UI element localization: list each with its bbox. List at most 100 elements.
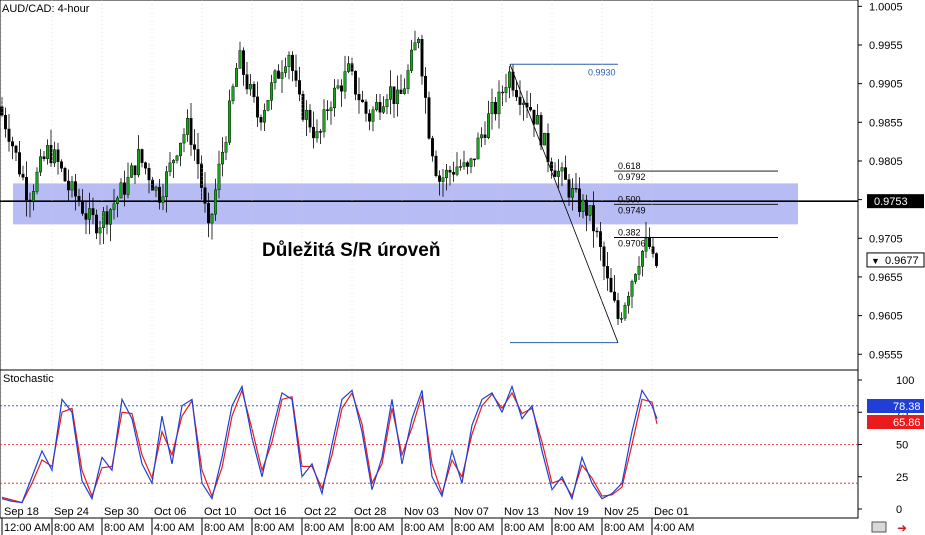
- candle-bull: [487, 113, 491, 138]
- candle-bull: [101, 211, 105, 228]
- candle-bear: [354, 70, 358, 95]
- date-label: Sep 30: [104, 506, 139, 518]
- candle-bear: [84, 213, 88, 220]
- candle-bull: [637, 266, 641, 275]
- candle-bull: [389, 86, 393, 100]
- time-label: 8:00 AM: [554, 522, 594, 534]
- candle-bear: [319, 131, 323, 133]
- candle-bear: [25, 177, 29, 201]
- price-tick-label: 0.9655: [869, 272, 903, 284]
- candle-bear: [378, 102, 382, 113]
- candle-bull: [112, 203, 116, 210]
- stochastic-tick-label: 0: [896, 504, 902, 516]
- stochastic-label: Stochastic: [3, 373, 54, 385]
- candle-bear: [245, 74, 249, 90]
- candle-bull: [623, 305, 627, 319]
- price-tick-label: 0.9555: [869, 349, 903, 361]
- candle-bull: [371, 109, 375, 122]
- stochastic-d-value: 65.86: [893, 417, 921, 429]
- candle-bear: [613, 291, 617, 301]
- candle-bear: [18, 152, 22, 175]
- candle-bear: [199, 163, 203, 188]
- candle-bear: [392, 86, 396, 104]
- date-label: Nov 13: [504, 506, 539, 518]
- sr-price-badge-label: 0.9753: [874, 196, 908, 208]
- time-label: 12:00 AM: [4, 522, 50, 534]
- candle-bull: [53, 149, 57, 164]
- candle-bear: [14, 145, 18, 153]
- candle-bull: [87, 208, 91, 220]
- candle-bull: [620, 318, 624, 320]
- time-label: 8:00 AM: [254, 522, 294, 534]
- candle-bull: [322, 109, 326, 133]
- candle-bear: [501, 91, 505, 94]
- candle-bull: [588, 205, 592, 216]
- candle-bear: [368, 113, 372, 122]
- candle-bear: [66, 180, 70, 191]
- candle-bull: [508, 71, 512, 88]
- candle-bear: [424, 75, 428, 98]
- fib-value-label: 0.9749: [618, 205, 646, 215]
- candle-bull: [581, 199, 585, 212]
- scroll-right-icon[interactable]: ➜: [897, 521, 907, 535]
- candle-bear: [143, 162, 147, 169]
- candle-bear: [606, 266, 610, 279]
- fib-value-label: 0.9706: [618, 239, 646, 249]
- candle-bear: [648, 237, 652, 247]
- candle-bull: [35, 171, 39, 192]
- time-label: 4:00 AM: [654, 522, 694, 534]
- fib-ratio-label: 0.500: [618, 194, 641, 204]
- candle-bull: [32, 191, 36, 202]
- candle-bull: [557, 170, 561, 177]
- date-label: Oct 06: [154, 506, 186, 518]
- candle-bull: [217, 163, 221, 191]
- candle-bear: [466, 162, 470, 167]
- current-price-marker: ▼: [871, 256, 880, 266]
- candle-bull: [178, 142, 182, 157]
- candle-bull: [248, 84, 252, 90]
- candle-bull: [182, 134, 186, 144]
- candle-bear: [483, 134, 487, 138]
- candle-bull: [630, 281, 634, 297]
- candle-bull: [161, 196, 165, 203]
- candle-bull: [136, 149, 140, 176]
- date-label: Nov 07: [454, 506, 489, 518]
- candle-bull: [284, 66, 288, 73]
- candle-bear: [431, 138, 435, 157]
- candle-bear: [564, 167, 568, 180]
- candle-bear: [259, 117, 263, 123]
- candle-bear: [529, 107, 533, 111]
- candle-bull: [175, 155, 179, 161]
- candle-bull: [382, 106, 386, 113]
- candle-bull: [329, 107, 333, 111]
- candle-bear: [364, 101, 368, 114]
- candle-bear: [298, 80, 302, 95]
- candle-bear: [438, 175, 442, 182]
- candle-bear: [340, 85, 344, 92]
- candle-bull: [234, 68, 238, 87]
- candle-bear: [553, 170, 557, 177]
- time-label: 8:00 AM: [454, 522, 494, 534]
- candle-bull: [270, 82, 274, 101]
- candle-bull: [126, 177, 130, 195]
- candle-bear: [592, 205, 596, 232]
- price-tick-label: 0.9955: [869, 40, 903, 52]
- time-label: 8:00 AM: [604, 522, 644, 534]
- candle-bull: [108, 209, 112, 225]
- candle-bull: [238, 50, 242, 69]
- candle-bull: [560, 167, 564, 172]
- candle-bear: [252, 84, 256, 98]
- candle-bear: [196, 149, 200, 165]
- stochastic-tick-label: 25: [896, 472, 908, 484]
- candle-bear: [73, 181, 77, 197]
- date-label: Oct 10: [204, 506, 236, 518]
- candle-bull: [266, 100, 270, 111]
- candle-bull: [462, 162, 466, 167]
- candle-bull: [171, 160, 175, 164]
- candle-bull: [634, 274, 638, 282]
- scroll-toggle-icon[interactable]: [871, 521, 887, 533]
- candle-bear: [294, 70, 298, 81]
- candle-bear: [157, 186, 161, 203]
- candle-bear: [7, 128, 11, 142]
- candle-bull: [39, 156, 43, 173]
